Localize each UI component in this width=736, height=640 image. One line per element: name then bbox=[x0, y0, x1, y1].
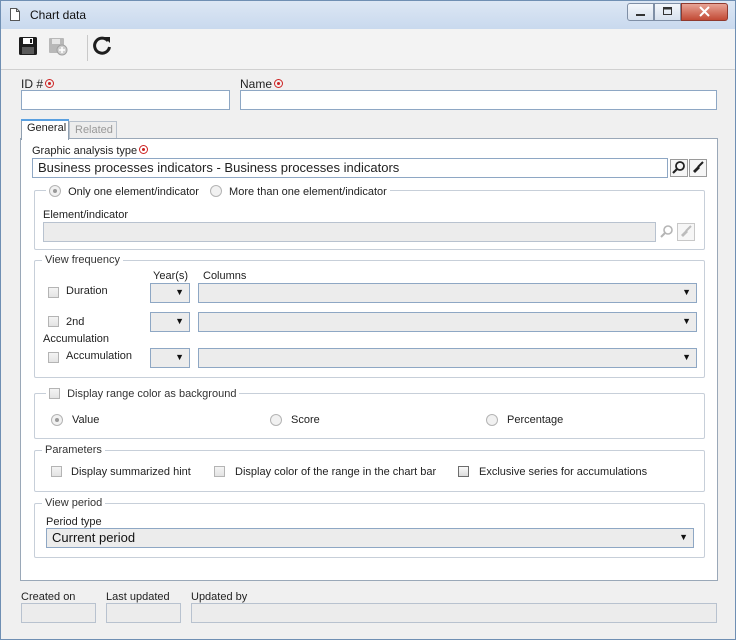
id-field[interactable] bbox=[21, 90, 230, 110]
toolbar bbox=[1, 29, 735, 70]
id-label: ID # bbox=[21, 77, 55, 91]
chevron-down-icon: ▼ bbox=[682, 287, 691, 297]
search-icon bbox=[660, 225, 673, 238]
toolbar-separator bbox=[87, 35, 88, 61]
radio-one-element[interactable] bbox=[49, 185, 61, 197]
period-type-value: Current period bbox=[52, 530, 136, 545]
updated-by-label: Updated by bbox=[191, 591, 248, 603]
chevron-down-icon: ▼ bbox=[175, 287, 184, 297]
graphic-type-label-text: Graphic analysis type bbox=[32, 145, 138, 157]
eraser-icon bbox=[689, 159, 707, 177]
radio-many-elements-label: More than one element/indicator bbox=[229, 186, 387, 198]
radio-many-elements[interactable] bbox=[209, 185, 222, 197]
columns-header: Columns bbox=[203, 270, 247, 282]
summarized-hint-checkbox[interactable] bbox=[51, 466, 62, 477]
chart-data-window: Chart data ID # Name General Related Gra… bbox=[0, 0, 736, 640]
name-field[interactable] bbox=[240, 90, 717, 110]
view-period-legend: View period bbox=[42, 497, 106, 509]
duration-year-select[interactable]: ▼ bbox=[150, 283, 190, 303]
range-color-bar-checkbox[interactable] bbox=[214, 466, 225, 477]
period-type-label: Period type bbox=[46, 516, 102, 528]
accumulation-year-select[interactable]: ▼ bbox=[150, 348, 190, 368]
element-clear-button[interactable] bbox=[677, 223, 695, 241]
second-accumulation-label: 2nd Accumulation bbox=[43, 316, 110, 345]
duration-checkbox[interactable] bbox=[48, 287, 59, 298]
save-new-icon bbox=[49, 38, 68, 56]
range-color-legend: Display range color as background bbox=[46, 386, 240, 400]
refresh-button[interactable] bbox=[91, 35, 115, 59]
last-updated-field bbox=[106, 603, 181, 623]
radio-percentage[interactable] bbox=[486, 414, 498, 426]
window-title: Chart data bbox=[30, 8, 87, 22]
close-icon bbox=[699, 6, 710, 17]
chevron-down-icon: ▼ bbox=[682, 316, 691, 326]
range-color-checkbox[interactable] bbox=[49, 388, 60, 399]
created-on-field bbox=[21, 603, 96, 623]
refresh-icon bbox=[93, 36, 111, 55]
accumulation-checkbox[interactable] bbox=[48, 352, 59, 363]
graphic-type-search-button[interactable] bbox=[670, 159, 688, 177]
save-icon bbox=[19, 37, 37, 55]
accumulation-label: Accumulation bbox=[66, 350, 133, 362]
element-mode-legend: Only one element/indicator More than one… bbox=[46, 183, 390, 198]
last-updated-label: Last updated bbox=[106, 591, 170, 603]
title-bar: Chart data bbox=[1, 1, 735, 29]
range-color-bar-label: Display color of the range in the chart … bbox=[235, 466, 437, 478]
parameters-legend: Parameters bbox=[42, 444, 105, 456]
exclusive-series-checkbox[interactable] bbox=[458, 466, 469, 477]
chevron-down-icon: ▼ bbox=[682, 352, 691, 362]
minimize-icon bbox=[636, 14, 645, 16]
updated-by-field bbox=[191, 603, 717, 623]
save-and-new-button[interactable] bbox=[47, 35, 71, 59]
radio-percentage-label: Percentage bbox=[507, 414, 564, 426]
year-header: Year(s) bbox=[153, 270, 189, 282]
search-icon bbox=[670, 159, 688, 177]
required-icon bbox=[139, 145, 149, 154]
summarized-hint-label: Display summarized hint bbox=[71, 466, 191, 478]
chevron-down-icon: ▼ bbox=[679, 532, 688, 542]
second-accumulation-year-select[interactable]: ▼ bbox=[150, 312, 190, 332]
radio-value-label: Value bbox=[72, 414, 100, 426]
document-icon bbox=[10, 8, 20, 21]
radio-one-element-label: Only one element/indicator bbox=[68, 186, 199, 198]
chevron-down-icon: ▼ bbox=[175, 352, 184, 362]
eraser-icon bbox=[677, 223, 695, 241]
range-color-legend-text: Display range color as background bbox=[67, 388, 237, 400]
graphic-type-clear-button[interactable] bbox=[689, 159, 707, 177]
tab-general[interactable]: General bbox=[21, 119, 69, 140]
period-type-select[interactable]: Current period ▼ bbox=[46, 528, 694, 548]
element-search-button[interactable] bbox=[658, 223, 676, 241]
name-label: Name bbox=[240, 77, 284, 91]
minimize-button[interactable] bbox=[627, 3, 654, 21]
graphic-type-label: Graphic analysis type bbox=[32, 145, 149, 157]
required-icon bbox=[45, 79, 55, 88]
element-indicator-field[interactable] bbox=[43, 222, 656, 242]
close-button[interactable] bbox=[681, 3, 728, 21]
maximize-button[interactable] bbox=[654, 3, 681, 21]
chevron-down-icon: ▼ bbox=[175, 316, 184, 326]
save-button[interactable] bbox=[17, 35, 41, 59]
radio-value[interactable] bbox=[51, 414, 63, 426]
second-accumulation-columns-select[interactable]: ▼ bbox=[198, 312, 697, 332]
id-label-text: ID # bbox=[21, 77, 44, 91]
radio-score-label: Score bbox=[291, 414, 320, 426]
accumulation-columns-select[interactable]: ▼ bbox=[198, 348, 697, 368]
graphic-type-value: Business processes indicators - Business… bbox=[38, 160, 400, 175]
graphic-type-field[interactable]: Business processes indicators - Business… bbox=[32, 158, 668, 178]
radio-score[interactable] bbox=[270, 414, 282, 426]
maximize-icon bbox=[663, 7, 672, 15]
view-frequency-legend: View frequency bbox=[42, 254, 124, 266]
exclusive-series-label: Exclusive series for accumulations bbox=[479, 466, 648, 478]
duration-columns-select[interactable]: ▼ bbox=[198, 283, 697, 303]
duration-label: Duration bbox=[66, 285, 108, 297]
created-on-label: Created on bbox=[21, 591, 76, 603]
required-icon bbox=[274, 79, 284, 88]
element-indicator-label: Element/indicator bbox=[43, 209, 128, 221]
name-label-text: Name bbox=[240, 77, 273, 91]
